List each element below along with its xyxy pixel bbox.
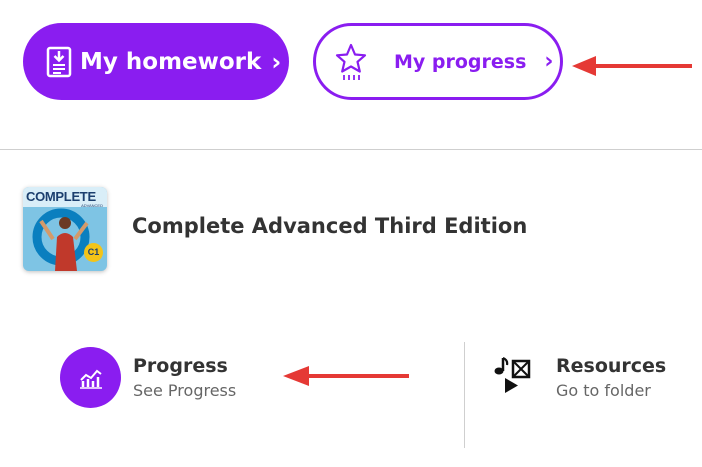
cover-title: COMPLETE [26, 189, 96, 204]
my-homework-button[interactable]: My homework › [23, 23, 289, 100]
chevron-right-icon: › [544, 49, 554, 74]
my-homework-label: My homework [80, 48, 262, 75]
annotation-arrow-icon [283, 366, 409, 386]
media-resources-icon [494, 357, 531, 393]
progress-icon-circle[interactable] [60, 347, 121, 408]
resources-card-subtitle[interactable]: Go to folder [556, 381, 651, 400]
my-progress-label: My progress [394, 50, 527, 73]
resources-card-title[interactable]: Resources [556, 355, 666, 377]
section-divider [0, 149, 702, 150]
document-download-icon [46, 46, 72, 78]
my-progress-button[interactable]: My progress › [313, 23, 563, 100]
book-title[interactable]: Complete Advanced Third Edition [132, 214, 527, 238]
level-badge: C1 [84, 243, 103, 262]
bar-chart-icon [79, 369, 102, 389]
progress-card-subtitle[interactable]: See Progress [133, 381, 236, 400]
card-divider [464, 342, 465, 448]
annotation-arrow-icon [572, 56, 692, 76]
book-cover-image[interactable]: COMPLETE ADVANCED C1 [23, 187, 107, 271]
progress-card-title[interactable]: Progress [133, 355, 228, 377]
star-icon [334, 42, 368, 82]
chevron-right-icon: › [271, 47, 282, 76]
